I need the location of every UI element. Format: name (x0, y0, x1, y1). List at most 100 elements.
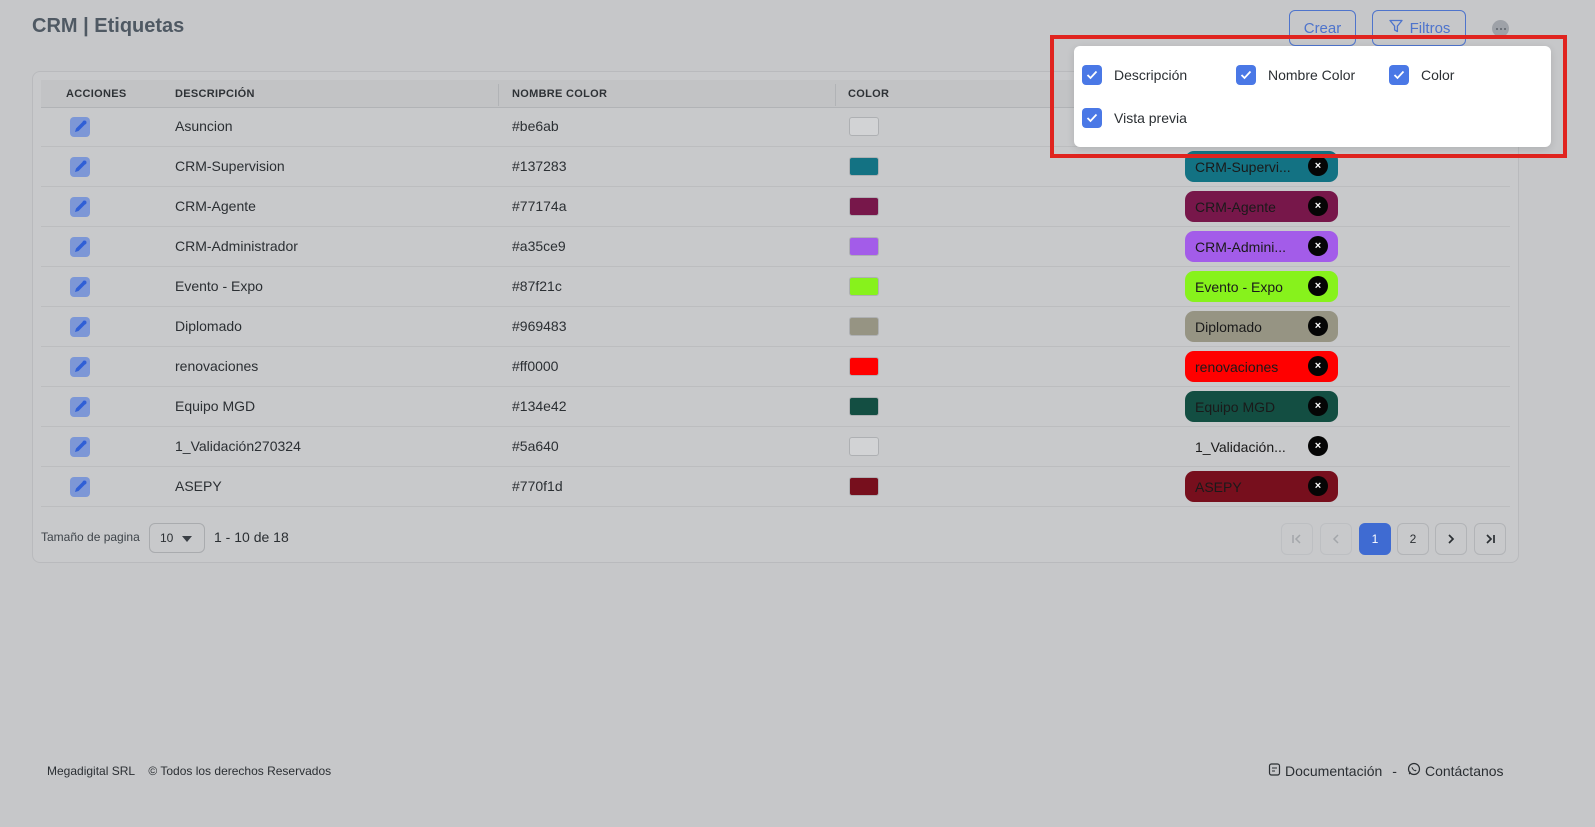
edit-pencil-icon (75, 200, 87, 212)
filter-option-label: Descripción (1114, 67, 1188, 83)
edit-button[interactable] (70, 117, 90, 137)
cell-description: CRM-Agente (175, 198, 256, 214)
documentation-link[interactable]: Documentación (1285, 763, 1382, 779)
tag-preview-label: ASEPY (1195, 478, 1242, 495)
tag-preview-chip: 1_Validación... × (1185, 431, 1338, 462)
create-button-label: Crear (1303, 19, 1342, 37)
column-header-color: COLOR (848, 88, 890, 100)
cell-description: Equipo MGD (175, 398, 256, 414)
close-icon[interactable]: × (1308, 436, 1328, 456)
color-swatch (849, 397, 879, 416)
first-page-button[interactable] (1281, 523, 1313, 555)
edit-button[interactable] (70, 437, 90, 457)
table-row: renovaciones #ff0000 renovaciones × (41, 347, 1510, 387)
color-swatch (849, 237, 879, 256)
color-swatch (849, 117, 879, 136)
color-swatch (849, 477, 879, 496)
color-swatch (849, 277, 879, 296)
close-icon[interactable]: × (1308, 236, 1328, 256)
filter-option-preview[interactable]: Vista previa (1082, 108, 1187, 128)
edit-pencil-icon (75, 320, 87, 332)
last-page-icon (1486, 534, 1495, 544)
tag-preview-label: Equipo MGD (1195, 398, 1276, 415)
chevron-right-icon (1448, 534, 1455, 544)
color-swatch (849, 157, 879, 176)
edit-button[interactable] (70, 357, 90, 377)
tag-preview-label: Evento - Expo (1195, 278, 1283, 295)
whatsapp-icon (1407, 762, 1421, 779)
next-page-button[interactable] (1435, 523, 1467, 555)
column-header-description: DESCRIPCIÓN (175, 88, 255, 100)
filter-option-description[interactable]: Descripción (1082, 65, 1187, 85)
cell-color-name: #137283 (512, 158, 567, 174)
edit-button[interactable] (70, 317, 90, 337)
tag-preview-label: CRM-Admini... (1195, 238, 1287, 255)
close-icon[interactable]: × (1308, 396, 1328, 416)
checkbox-checked-icon[interactable] (1082, 108, 1102, 128)
footer-links: Documentación - Contáctanos (1268, 762, 1504, 779)
filter-option-color-name[interactable]: Nombre Color (1236, 65, 1355, 85)
page-button-2[interactable]: 2 (1397, 523, 1429, 555)
checkbox-checked-icon[interactable] (1082, 65, 1102, 85)
cell-description: CRM-Administrador (175, 238, 298, 254)
color-swatch (849, 357, 879, 376)
edit-button[interactable] (70, 397, 90, 417)
tag-preview-label: CRM-Supervi... (1195, 158, 1291, 175)
table-row: Equipo MGD #134e42 Equipo MGD × (41, 387, 1510, 427)
prev-page-button[interactable] (1320, 523, 1352, 555)
close-icon[interactable]: × (1308, 156, 1328, 176)
page-button-1[interactable]: 1 (1359, 523, 1391, 555)
color-swatch (849, 317, 879, 336)
cell-color-name: #a35ce9 (512, 238, 566, 254)
edit-pencil-icon (75, 480, 87, 492)
tag-preview-chip: CRM-Admini... × (1185, 231, 1338, 262)
filter-option-label: Color (1421, 67, 1455, 83)
table-row: CRM-Administrador #a35ce9 CRM-Admini... × (41, 227, 1510, 267)
table-row: Evento - Expo #87f21c Evento - Expo × (41, 267, 1510, 307)
cell-description: CRM-Supervision (175, 158, 285, 174)
color-swatch (849, 197, 879, 216)
cell-color-name: #5a640 (512, 438, 559, 454)
footer-company: Megadigital SRL (47, 764, 136, 778)
close-icon[interactable]: × (1308, 196, 1328, 216)
tag-preview-label: 1_Validación... (1195, 438, 1286, 455)
edit-button[interactable] (70, 157, 90, 177)
filter-option-color[interactable]: Color (1389, 65, 1454, 85)
edit-pencil-icon (75, 400, 87, 412)
edit-button[interactable] (70, 197, 90, 217)
cell-color-name: #ff0000 (512, 358, 559, 374)
cell-color-name: #770f1d (512, 478, 563, 494)
checkbox-checked-icon[interactable] (1389, 65, 1409, 85)
cell-description: 1_Validación270324 (175, 438, 301, 454)
close-icon[interactable]: × (1308, 276, 1328, 296)
contact-link[interactable]: Contáctanos (1425, 763, 1504, 779)
chevron-down-icon (182, 536, 192, 542)
page-size-select[interactable]: 10 (149, 523, 205, 553)
table-row: Diplomado #969483 Diplomado × (41, 307, 1510, 347)
filter-option-label: Nombre Color (1268, 67, 1356, 83)
close-icon[interactable]: × (1308, 316, 1328, 336)
footer-separator: - (1392, 762, 1397, 779)
edit-button[interactable] (70, 477, 90, 497)
tag-preview-label: Diplomado (1195, 318, 1262, 335)
cell-color-name: #969483 (512, 318, 567, 334)
edit-button[interactable] (70, 237, 90, 257)
tag-preview-label: CRM-Agente (1195, 198, 1276, 215)
close-icon[interactable]: × (1308, 476, 1328, 496)
edit-pencil-icon (75, 120, 87, 132)
last-page-button[interactable] (1474, 523, 1506, 555)
tag-preview-chip: CRM-Agente × (1185, 191, 1338, 222)
edit-pencil-icon (75, 360, 87, 372)
cell-color-name: #134e42 (512, 398, 567, 414)
table-row: CRM-Agente #77174a CRM-Agente × (41, 187, 1510, 227)
tag-preview-chip: Diplomado × (1185, 311, 1338, 342)
edit-button[interactable] (70, 277, 90, 297)
table-row: 1_Validación270324 #5a640 1_Validación... × (41, 427, 1510, 467)
table-row: ASEPY #770f1d ASEPY × (41, 467, 1510, 507)
checkbox-checked-icon[interactable] (1236, 65, 1256, 85)
tag-preview-label: renovaciones (1195, 358, 1279, 375)
page-size-value: 10 (160, 531, 174, 545)
cell-description: Evento - Expo (175, 278, 263, 294)
close-icon[interactable]: × (1308, 356, 1328, 376)
cell-description: Diplomado (175, 318, 242, 334)
